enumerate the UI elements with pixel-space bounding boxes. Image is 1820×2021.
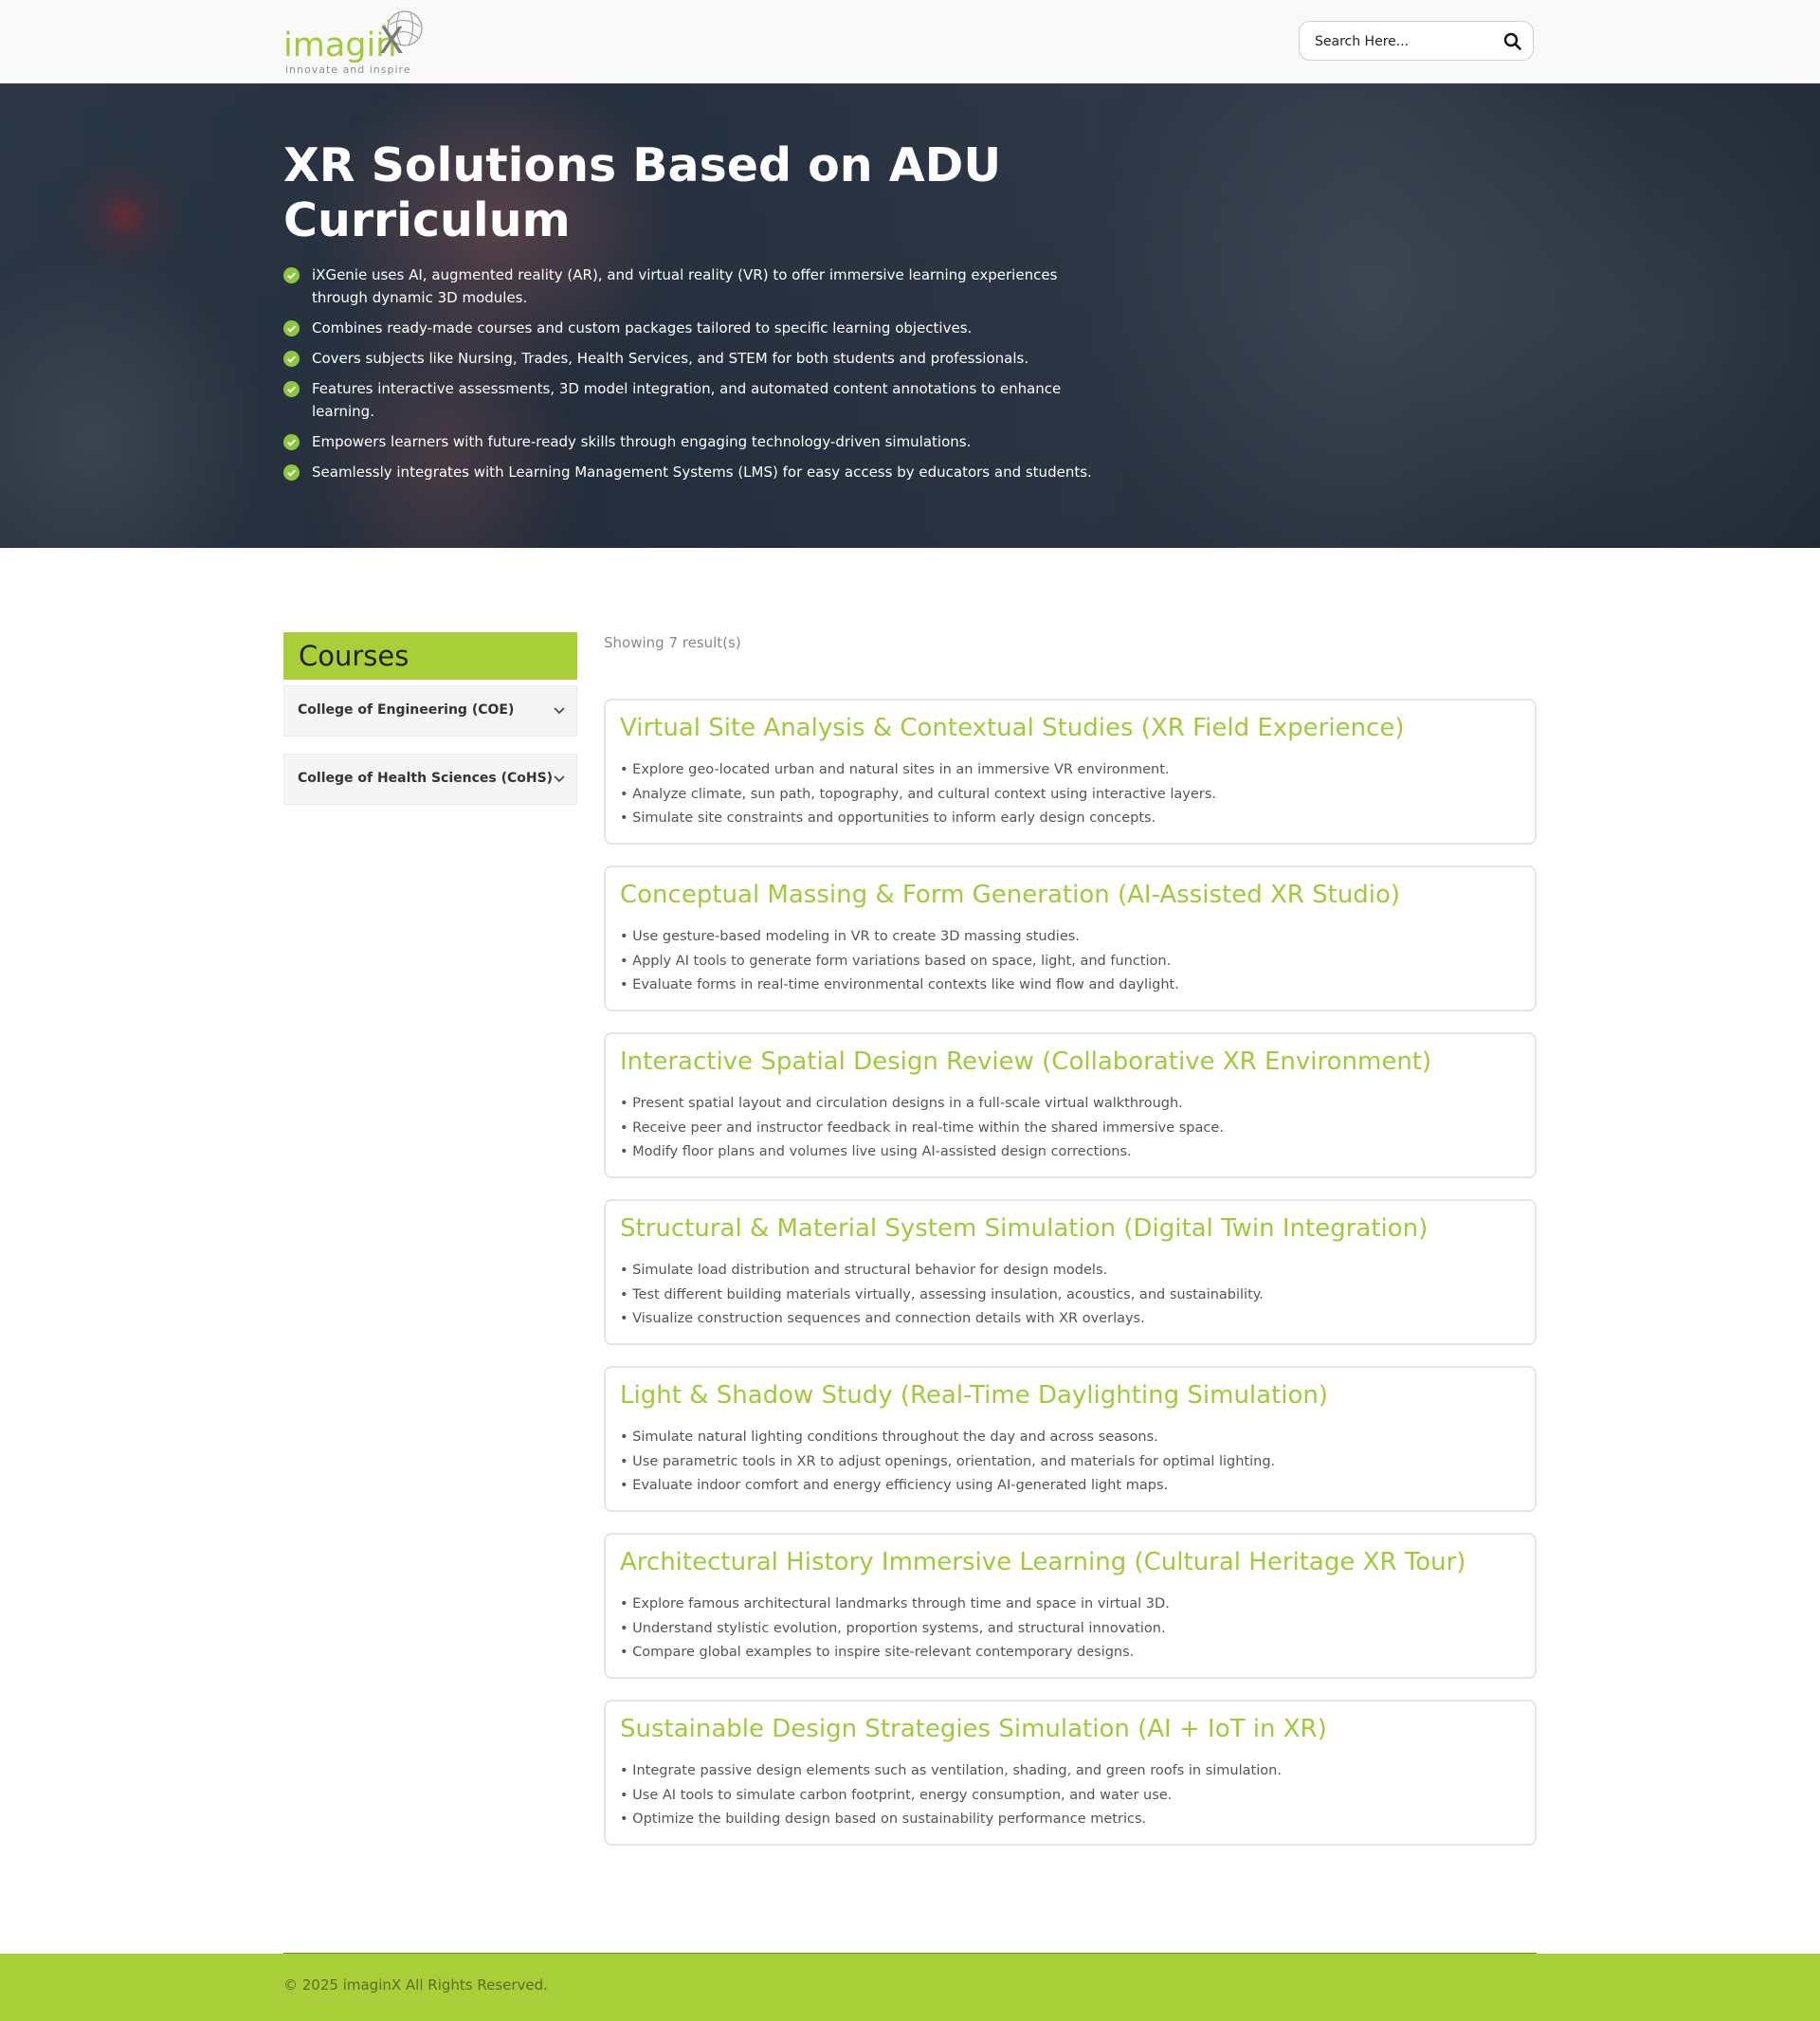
hero-feature-item: Covers subjects like Nursing, Trades, He… [283, 347, 1118, 370]
footer-copyright: © 2025 imaginX All Rights Reserved. [283, 1976, 548, 1994]
course-point: • Present spatial layout and circulation… [620, 1096, 1183, 1111]
site-logo[interactable]: imagin X innovate and inspire [283, 6, 435, 78]
course-point: • Use parametric tools in XR to adjust o… [620, 1453, 1276, 1469]
course-card[interactable]: Architectural History Immersive Learning… [604, 1533, 1537, 1679]
course-points: • Explore famous architectural landmarks… [620, 1593, 1520, 1666]
hero-feature-text: Seamlessly integrates with Learning Mana… [312, 464, 1092, 481]
course-point: • Simulate natural lighting conditions t… [620, 1429, 1158, 1445]
logo-x-mark: X [379, 20, 405, 62]
check-circle-icon [283, 434, 300, 450]
course-card[interactable]: Light & Shadow Study (Real-Time Daylight… [604, 1366, 1537, 1512]
course-point: • Integrate passive design elements such… [620, 1763, 1282, 1778]
sidebar-category-label: College of Engineering (COE) [298, 702, 515, 718]
course-point: • Use gesture-based modeling in VR to cr… [620, 929, 1080, 944]
hero-feature-item: iXGenie uses AI, augmented reality (AR),… [283, 264, 1118, 309]
hero-title: XR Solutions Based on ADU Curriculum [283, 138, 1002, 247]
hero-feature-text: Empowers learners with future-ready skil… [312, 433, 972, 450]
course-point: • Evaluate indoor comfort and energy eff… [620, 1478, 1169, 1494]
chevron-down-icon [554, 707, 565, 715]
search-icon [1503, 32, 1521, 50]
course-point: • Simulate load distribution and structu… [620, 1263, 1108, 1278]
hero-feature-item: Seamlessly integrates with Learning Mana… [283, 461, 1118, 483]
course-points: • Simulate load distribution and structu… [620, 1259, 1520, 1332]
logo-tagline: innovate and inspire [285, 64, 411, 76]
course-point: • Compare global examples to inspire sit… [620, 1645, 1135, 1661]
check-circle-icon [283, 320, 300, 337]
course-card[interactable]: Sustainable Design Strategies Simulation… [604, 1700, 1537, 1846]
search-button[interactable] [1502, 31, 1523, 52]
hero-feature-item: Combines ready-made courses and custom p… [283, 317, 1118, 339]
sidebar-category-coe[interactable]: College of Engineering (COE) [283, 685, 577, 737]
site-header: imagin X innovate and inspire [0, 0, 1820, 83]
course-point: • Receive peer and instructor feedback i… [620, 1120, 1224, 1136]
hero-feature-list: iXGenie uses AI, augmented reality (AR),… [283, 264, 1118, 491]
course-points: • Integrate passive design elements such… [620, 1759, 1520, 1832]
course-point: • Use AI tools to simulate carbon footpr… [620, 1787, 1173, 1803]
course-title[interactable]: Structural & Material System Simulation … [620, 1212, 1520, 1245]
hero-feature-text: Combines ready-made courses and custom p… [312, 319, 973, 337]
course-point: • Optimize the building design based on … [620, 1812, 1147, 1828]
site-footer: © 2025 imaginX All Rights Reserved. [0, 1954, 1820, 2021]
course-point: • Evaluate forms in real-time environmen… [620, 977, 1179, 993]
results-count: Showing 7 result(s) [604, 634, 741, 651]
hero-banner: XR Solutions Based on ADU Curriculum iXG… [0, 83, 1820, 548]
sidebar-title: Courses [283, 632, 577, 680]
course-title[interactable]: Virtual Site Analysis & Contextual Studi… [620, 712, 1520, 744]
course-card[interactable]: Virtual Site Analysis & Contextual Studi… [604, 699, 1537, 845]
course-points: • Simulate natural lighting conditions t… [620, 1426, 1520, 1499]
courses-sidebar: Courses College of Engineering (COE) Col… [283, 632, 577, 805]
check-circle-icon [283, 351, 300, 367]
course-title[interactable]: Conceptual Massing & Form Generation (AI… [620, 879, 1520, 911]
search-input[interactable] [1313, 29, 1497, 54]
search-box [1299, 21, 1534, 61]
check-circle-icon [283, 267, 300, 283]
course-title[interactable]: Sustainable Design Strategies Simulation… [620, 1713, 1520, 1745]
course-title[interactable]: Light & Shadow Study (Real-Time Daylight… [620, 1379, 1520, 1411]
course-list: Virtual Site Analysis & Contextual Studi… [604, 699, 1537, 1866]
course-point: • Analyze climate, sun path, topography,… [620, 786, 1216, 802]
hero-feature-text: iXGenie uses AI, augmented reality (AR),… [312, 266, 1058, 306]
hero-feature-text: Covers subjects like Nursing, Trades, He… [312, 350, 1029, 367]
check-circle-icon [283, 381, 300, 397]
course-title[interactable]: Interactive Spatial Design Review (Colla… [620, 1046, 1520, 1078]
course-points: • Explore geo-located urban and natural … [620, 758, 1520, 831]
course-point: • Test different building materials virt… [620, 1286, 1264, 1302]
check-circle-icon [283, 464, 300, 481]
course-card[interactable]: Structural & Material System Simulation … [604, 1199, 1537, 1345]
course-point: • Explore famous architectural landmarks… [620, 1596, 1170, 1611]
course-point: • Explore geo-located urban and natural … [620, 762, 1170, 777]
course-point: • Modify floor plans and volumes live us… [620, 1144, 1132, 1160]
course-points: • Use gesture-based modeling in VR to cr… [620, 925, 1520, 998]
sidebar-category-label: College of Health Sciences (CoHS) [298, 771, 554, 786]
chevron-down-icon [554, 775, 565, 783]
course-point: • Understand stylistic evolution, propor… [620, 1620, 1166, 1636]
hero-feature-item: Features interactive assessments, 3D mod… [283, 377, 1118, 423]
course-point: • Apply AI tools to generate form variat… [620, 953, 1172, 969]
course-title[interactable]: Architectural History Immersive Learning… [620, 1546, 1520, 1578]
course-point: • Simulate site constraints and opportun… [620, 810, 1156, 827]
hero-feature-item: Empowers learners with future-ready skil… [283, 430, 1118, 453]
course-point: • Visualize construction sequences and c… [620, 1311, 1145, 1327]
course-points: • Present spatial layout and circulation… [620, 1092, 1520, 1165]
course-card[interactable]: Interactive Spatial Design Review (Colla… [604, 1032, 1537, 1178]
hero-feature-text: Features interactive assessments, 3D mod… [312, 380, 1062, 420]
course-card[interactable]: Conceptual Massing & Form Generation (AI… [604, 865, 1537, 1011]
sidebar-category-cohs[interactable]: College of Health Sciences (CoHS) [283, 754, 577, 805]
